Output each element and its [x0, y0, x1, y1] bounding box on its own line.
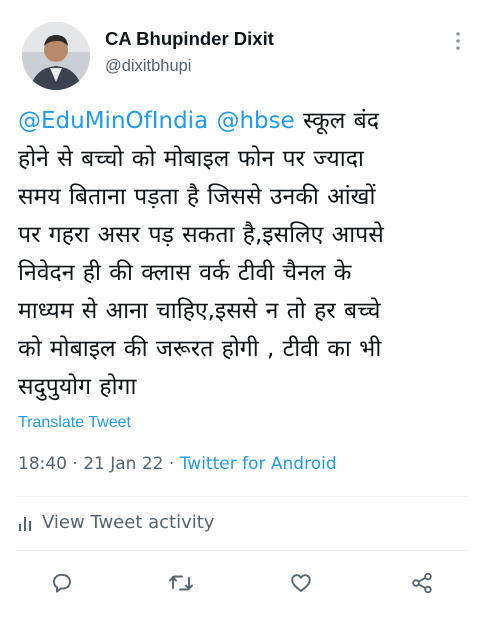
share-button[interactable]: [405, 566, 439, 600]
meta-separator: ·: [168, 454, 175, 474]
tweet-line: निवेदन ही की क्लास वर्क टीवी चैनल के: [18, 260, 352, 286]
activity-label: View Tweet activity: [42, 512, 215, 533]
mention-link[interactable]: @hbse: [216, 108, 294, 134]
like-icon: [291, 574, 311, 592]
tweet-date[interactable]: 21 Jan 22: [83, 454, 163, 474]
tweet-text: @EduMinOfIndia @hbse स्कूल बंद होने से ब…: [18, 102, 476, 406]
reply-button[interactable]: [45, 566, 79, 600]
retweet-icon: [169, 575, 193, 591]
avatar-photo: [22, 22, 90, 90]
retweet-button[interactable]: [164, 566, 198, 600]
mention-link[interactable]: @EduMinOfIndia: [18, 108, 208, 134]
user-handle[interactable]: @dixitbhupi: [105, 57, 191, 76]
translate-tweet-link[interactable]: Translate Tweet: [18, 414, 131, 432]
like-button[interactable]: [284, 566, 318, 600]
tweet-line: @EduMinOfIndia @hbse स्कूल बंद: [18, 102, 476, 140]
view-tweet-activity-button[interactable]: View Tweet activity: [18, 512, 214, 533]
display-name[interactable]: CA Bhupinder Dixit: [105, 28, 274, 50]
tweet-text-segment: स्कूल बंद: [303, 108, 379, 134]
tweet-line: होने से बच्चो को मोबाइल फोन पर ज्यादा: [18, 146, 364, 172]
divider: [16, 550, 468, 551]
avatar[interactable]: [22, 22, 90, 90]
tweet-line: सदुपुयोग होगा: [18, 374, 137, 400]
divider: [16, 496, 468, 497]
more-options-button[interactable]: [448, 28, 468, 54]
reply-icon: [53, 573, 71, 593]
meta-separator: ·: [72, 454, 78, 474]
tweet-line: को मोबाइल की जरूरत होगी , टीवी का भी: [18, 336, 382, 362]
more-vertical-icon: [456, 32, 460, 50]
tweet-meta: 18:40 · 21 Jan 22 · Twitter for Android: [18, 454, 337, 474]
share-icon: [412, 572, 432, 594]
tweet-source[interactable]: Twitter for Android: [180, 454, 337, 474]
tweet-line: माध्यम से आना चाहिए,इससे न तो हर बच्चे: [18, 298, 381, 324]
tweet-time[interactable]: 18:40: [18, 454, 67, 474]
activity-icon: [19, 516, 31, 531]
tweet-line: समय बिताना पड़ता है जिससे उनकी आंखों: [18, 184, 376, 210]
tweet-line: पर गहरा असर पड़ सकता है,इसलिए आपसे: [18, 222, 384, 248]
